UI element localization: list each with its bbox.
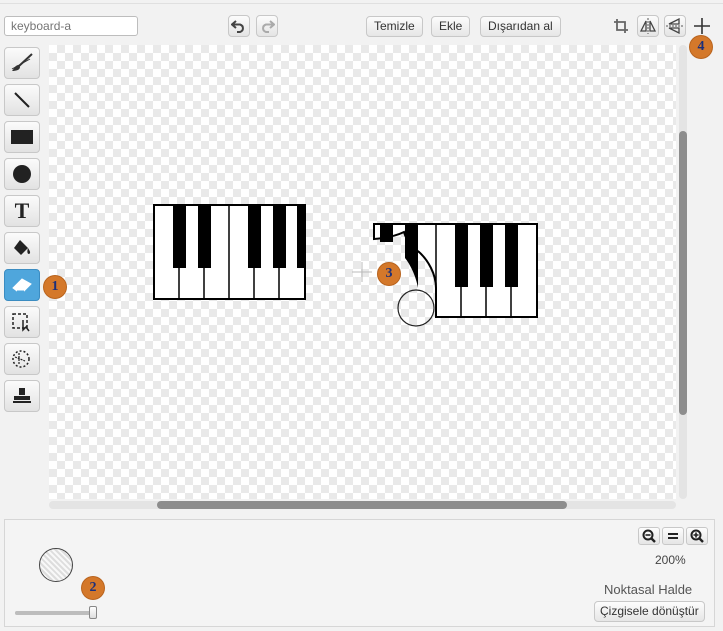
- text-tool[interactable]: T: [4, 195, 40, 227]
- flip-horizontal-button[interactable]: [637, 15, 659, 37]
- eraser-size-preview: [39, 548, 73, 582]
- drawing-canvas[interactable]: [49, 45, 676, 499]
- eraser-size-slider-fill: [15, 611, 93, 615]
- crop-icon: [614, 19, 628, 33]
- line-tool[interactable]: [4, 84, 40, 116]
- equals-icon: [668, 533, 678, 539]
- add-button[interactable]: Ekle: [431, 16, 471, 37]
- redo-button[interactable]: [256, 15, 278, 37]
- redo-icon: [262, 20, 275, 33]
- costume-name-input[interactable]: [4, 16, 138, 36]
- undo-icon: [231, 20, 244, 33]
- select-tool[interactable]: [4, 306, 40, 338]
- fill-tool[interactable]: [4, 232, 40, 264]
- annotation-marker-1: 1: [44, 276, 66, 298]
- rectangle-tool[interactable]: [4, 121, 40, 153]
- eraser-size-slider-thumb[interactable]: [89, 606, 97, 619]
- eraser-tool[interactable]: [4, 269, 40, 301]
- zoom-level: 200%: [655, 553, 686, 567]
- top-toolbar: Temizle Ekle Dışarıdan al: [0, 0, 723, 44]
- zoom-in-icon: [690, 529, 704, 543]
- zoom-in-button[interactable]: [686, 527, 708, 545]
- import-button[interactable]: Dışarıdan al: [480, 16, 561, 37]
- text-icon: T: [14, 198, 30, 223]
- vertical-scrollbar[interactable]: [679, 45, 687, 499]
- tool-options-panel: 200% Noktasal Halde Çizgisele dönüştür: [4, 519, 715, 627]
- keyboard-drawing: [153, 204, 538, 327]
- vertical-scroll-thumb[interactable]: [679, 131, 687, 415]
- zoom-out-button[interactable]: [638, 527, 660, 545]
- flip-vertical-button[interactable]: [664, 15, 686, 37]
- undo-button[interactable]: [228, 15, 250, 37]
- flip-horizontal-icon: [639, 18, 657, 34]
- clear-button[interactable]: Temizle: [366, 16, 423, 37]
- eraser-cursor: [397, 289, 435, 327]
- eraser-icon: [12, 278, 32, 292]
- horizontal-scrollbar[interactable]: [49, 501, 676, 509]
- brush-icon: [11, 53, 33, 71]
- paint-bucket-icon: [14, 240, 31, 255]
- annotation-marker-2: 2: [82, 577, 104, 599]
- crop-button[interactable]: [610, 15, 632, 37]
- ellipse-icon: [13, 165, 31, 183]
- zoom-reset-button[interactable]: [662, 527, 684, 545]
- stamp-tool[interactable]: [4, 380, 40, 412]
- magic-select-tool[interactable]: [4, 343, 40, 375]
- horizontal-scroll-thumb[interactable]: [157, 501, 567, 509]
- bitmap-mode-label: Noktasal Halde: [604, 582, 693, 597]
- annotation-marker-3: 3: [378, 263, 400, 285]
- zoom-out-icon: [642, 529, 656, 543]
- annotation-marker-4: 4: [690, 36, 712, 58]
- rectangle-icon: [11, 130, 33, 144]
- convert-to-vector-button[interactable]: Çizgisele dönüştür: [594, 601, 705, 622]
- stamp-icon: [13, 388, 31, 403]
- set-center-button[interactable]: [691, 15, 713, 37]
- eraser-size-slider[interactable]: [15, 606, 97, 619]
- brush-tool[interactable]: [4, 47, 40, 79]
- crosshair-icon: [694, 18, 710, 34]
- top-divider: [0, 3, 723, 4]
- line-icon: [14, 92, 30, 108]
- flip-vertical-icon: [666, 18, 684, 34]
- select-icon: [12, 313, 30, 332]
- magic-wand-select-icon: [12, 350, 30, 368]
- ellipse-tool[interactable]: [4, 158, 40, 190]
